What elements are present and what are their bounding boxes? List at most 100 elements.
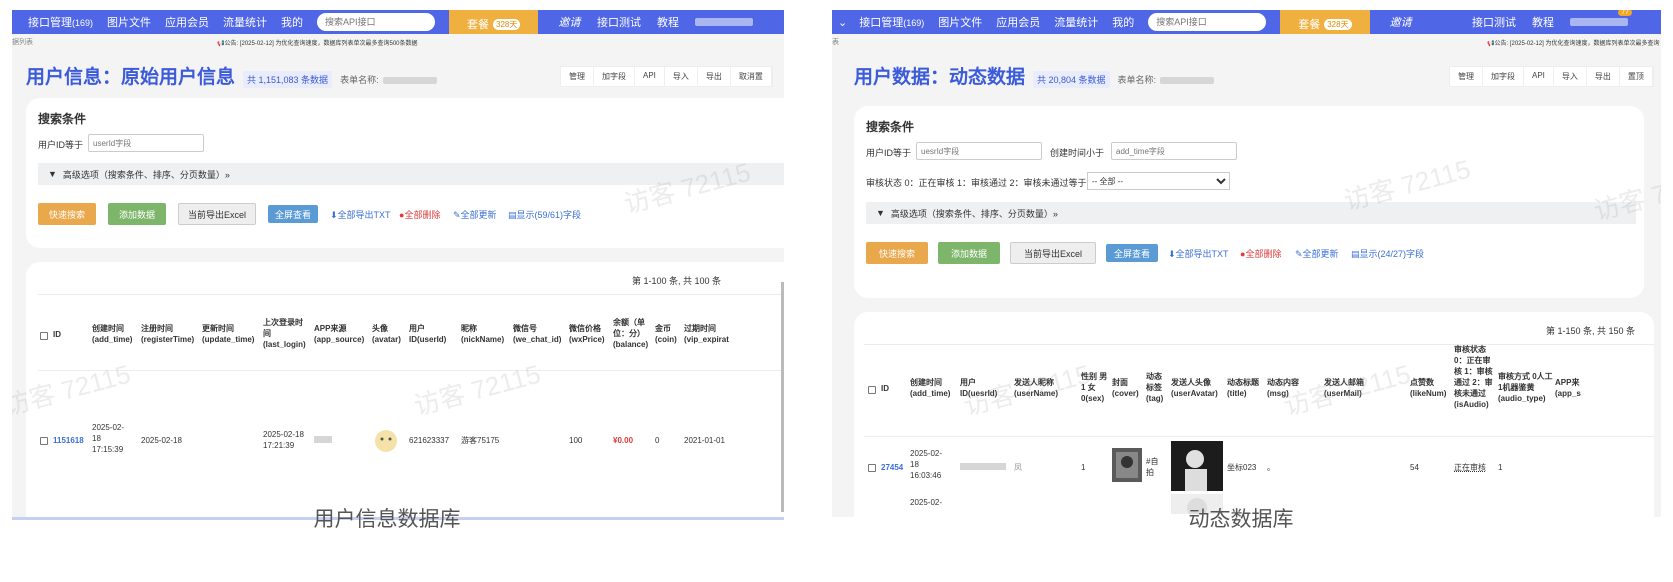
- table-name-label: 表单名称:: [1118, 73, 1215, 86]
- user-account[interactable]: [695, 18, 753, 26]
- show-fields-link[interactable]: ▤显示(24/27)字段: [1351, 247, 1424, 260]
- invite-link[interactable]: 邀请: [1390, 14, 1412, 30]
- search-card: 搜索条件 用户ID等于 创建时间小于 审核状态 0：正在审核 1：审核通过 2：…: [854, 106, 1644, 298]
- col-tag[interactable]: 动态标签 (tag): [1146, 371, 1168, 404]
- select-all-checkbox[interactable]: [40, 332, 48, 340]
- audit-status-select[interactable]: -- 全部 --: [1087, 172, 1230, 190]
- api-test-link[interactable]: 接口测试: [597, 14, 641, 30]
- tutorial-link[interactable]: 教程: [1532, 14, 1554, 30]
- nav-image-files[interactable]: 图片文件: [938, 14, 982, 30]
- col-cover[interactable]: 封面 (cover): [1112, 377, 1144, 399]
- nav-app-members[interactable]: 应用会员: [165, 14, 209, 30]
- tool-import[interactable]: 导入: [665, 67, 698, 86]
- tool-api[interactable]: API: [1524, 67, 1554, 86]
- api-search-input[interactable]: [317, 13, 436, 31]
- col-avatar[interactable]: 头像 (avatar): [372, 323, 406, 345]
- col-vip-expire[interactable]: 过期时间 (vip_expirat: [684, 323, 744, 345]
- col-balance[interactable]: 余额（单位：分）(balance): [613, 317, 653, 350]
- tool-export[interactable]: 导出: [1587, 67, 1620, 86]
- tool-api[interactable]: API: [635, 67, 665, 86]
- quick-search-button[interactable]: 快速搜索: [38, 203, 96, 225]
- advanced-options-toggle[interactable]: ▼ 高级选项（搜索条件、排序、分页数量）»: [866, 202, 1636, 224]
- caption-left: 用户信息数据库: [313, 508, 461, 531]
- col-app-source[interactable]: APP来源 (app_source): [314, 323, 370, 345]
- list-icon: ▤: [508, 210, 517, 220]
- nav-traffic-stats[interactable]: 流量统计: [1054, 14, 1098, 30]
- add-data-button[interactable]: 添加数据: [938, 242, 1000, 264]
- update-all-link[interactable]: ✎全部更新: [1295, 247, 1339, 260]
- row-audit-status[interactable]: 正在审核: [1454, 462, 1486, 473]
- export-excel-button[interactable]: 当前导出Excel: [1010, 242, 1096, 264]
- update-all-link[interactable]: ✎全部更新: [453, 208, 497, 221]
- user-id-filter-input[interactable]: [916, 142, 1042, 160]
- col-register-time[interactable]: 注册时间 (registerTime): [141, 323, 199, 345]
- col-msg[interactable]: 动态内容 (msg): [1267, 377, 1307, 399]
- export-txt-link[interactable]: ⬇全部导出TXT: [1168, 247, 1229, 260]
- col-sex[interactable]: 性别 男1 女0(sex): [1081, 371, 1109, 404]
- add-time-filter-input[interactable]: [1111, 142, 1237, 160]
- delete-all-link[interactable]: ●全部删除: [1240, 247, 1281, 260]
- nav-api-management[interactable]: 接口管理(169): [28, 14, 93, 30]
- show-fields-link[interactable]: ▤显示(59/61)字段: [508, 208, 581, 221]
- tool-manage[interactable]: 管理: [561, 67, 594, 86]
- col-id[interactable]: ID: [881, 383, 889, 394]
- tool-import[interactable]: 导入: [1554, 67, 1587, 86]
- fullscreen-button[interactable]: 全屏查看: [1106, 244, 1158, 262]
- col-user-id[interactable]: 用户 ID(userId): [409, 323, 457, 345]
- select-all-checkbox[interactable]: [868, 386, 876, 394]
- col-like-num[interactable]: 点赞数 (likeNum): [1410, 377, 1452, 399]
- col-update-time[interactable]: 更新时间 (update_time): [202, 323, 260, 345]
- tutorial-link[interactable]: 教程: [657, 14, 679, 30]
- nav-image-files[interactable]: 图片文件: [107, 14, 151, 30]
- export-txt-link[interactable]: ⬇全部导出TXT: [330, 208, 391, 221]
- advanced-options-toggle[interactable]: ▼ 高级选项（搜索条件、排序、分页数量）»: [38, 163, 784, 185]
- package-button[interactable]: 套餐 328天: [1280, 10, 1370, 34]
- api-search-input[interactable]: [1148, 13, 1267, 31]
- package-button[interactable]: 套餐 328天: [449, 10, 539, 34]
- nav-api-management[interactable]: 接口管理(169): [859, 14, 924, 30]
- col-coin[interactable]: 金币 (coin): [655, 323, 681, 345]
- col-audit-status[interactable]: 审核状态 0：正在审核 1：审核通过 2：审核未通过 (isAudio): [1454, 344, 1494, 410]
- api-test-link[interactable]: 接口测试: [1472, 14, 1516, 30]
- export-excel-button[interactable]: 当前导出Excel: [178, 203, 256, 225]
- tool-export[interactable]: 导出: [698, 67, 731, 86]
- col-add-time[interactable]: 创建时间 (add_time): [910, 377, 956, 399]
- tool-manage[interactable]: 管理: [1450, 67, 1483, 86]
- row-coin: 0: [655, 436, 660, 445]
- row-id-link[interactable]: 27454: [881, 462, 903, 473]
- col-nickname[interactable]: 昵称 (nickName): [461, 323, 507, 345]
- row-app-source-blurred: [314, 436, 332, 443]
- row-checkbox[interactable]: [868, 464, 876, 472]
- tool-add-field[interactable]: 加字段: [1483, 67, 1524, 86]
- nav-mine[interactable]: 我的: [281, 14, 303, 30]
- invite-link[interactable]: 邀请: [558, 14, 580, 30]
- quick-search-button[interactable]: 快速搜索: [866, 242, 928, 264]
- row-id-link[interactable]: 1151618: [53, 435, 84, 446]
- tool-unpin[interactable]: 取消置: [731, 67, 772, 86]
- add-data-button[interactable]: 添加数据: [108, 203, 166, 225]
- col-user-avatar[interactable]: 发送人头像 (userAvatar): [1171, 377, 1227, 399]
- fullscreen-button[interactable]: 全屏查看: [268, 205, 318, 223]
- tool-add-field[interactable]: 加字段: [594, 67, 635, 86]
- nav-app-members[interactable]: 应用会员: [996, 14, 1040, 30]
- col-app-source[interactable]: APP来 (app_s: [1555, 377, 1585, 399]
- table-scrollbar[interactable]: [781, 282, 784, 512]
- col-last-login[interactable]: 上次登录时间 (last_login): [263, 317, 309, 350]
- col-title[interactable]: 动态标题(title): [1227, 377, 1265, 399]
- col-username[interactable]: 发送人昵称 (userName): [1014, 377, 1076, 399]
- col-id[interactable]: ID: [53, 329, 61, 340]
- col-user-mail[interactable]: 发送人邮箱 (userMail): [1324, 377, 1390, 399]
- tool-pin[interactable]: 置顶: [1620, 67, 1653, 86]
- col-wx-price[interactable]: 微信价格 (wxPrice): [569, 323, 611, 345]
- nav-traffic-stats[interactable]: 流量统计: [223, 14, 267, 30]
- row-checkbox[interactable]: [40, 437, 48, 445]
- col-add-time[interactable]: 创建时间 (add_time): [92, 323, 138, 345]
- nav-mine[interactable]: 我的: [1112, 14, 1134, 30]
- delete-all-link[interactable]: ●全部删除: [399, 208, 440, 221]
- user-id-filter-input[interactable]: [88, 134, 204, 152]
- chevron-down-icon[interactable]: ⌄: [838, 16, 847, 29]
- col-audit-type[interactable]: 审核方式 0人工 1机器鉴黄 (audio_type): [1498, 371, 1554, 404]
- col-user-id[interactable]: 用户 ID(uesrId): [960, 377, 1010, 399]
- col-wechat-id[interactable]: 微信号 (we_chat_id): [513, 323, 567, 345]
- user-account[interactable]: 77: [1570, 10, 1632, 26]
